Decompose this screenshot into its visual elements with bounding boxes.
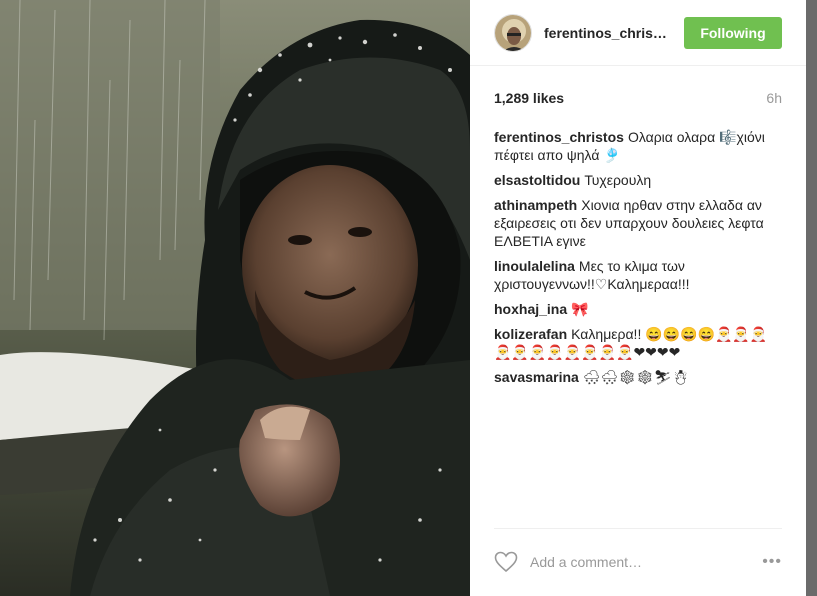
comment-item: linoulalelina Μες το κλιμα των χριστουγεν…: [494, 257, 782, 293]
comment-username[interactable]: savasmarina: [494, 369, 579, 385]
post-photo[interactable]: [0, 0, 470, 596]
comment-item: ferentinos_christos Ολαρια ολαρα 🎼χιόνι π…: [494, 128, 782, 164]
heart-icon[interactable]: [494, 551, 518, 573]
comment-bar: •••: [494, 528, 782, 578]
comment-username[interactable]: hoxhaj_ina: [494, 301, 567, 317]
photo-image: [0, 0, 470, 596]
avatar-image: [495, 14, 531, 51]
likes-count[interactable]: 1,289 likes: [494, 90, 564, 106]
comment-username[interactable]: elsastoltidou: [494, 172, 580, 188]
more-options-icon[interactable]: •••: [762, 553, 782, 571]
comment-list: ferentinos_christos Ολαρια ολαρα 🎼χιόνι π…: [470, 128, 806, 386]
post-header: ferentinos_chris… Following: [470, 0, 806, 66]
backdrop-edge: [806, 0, 817, 596]
post-modal: ferentinos_chris… Following 1,289 likes …: [0, 0, 806, 596]
add-comment-input[interactable]: [530, 553, 763, 570]
comment-username[interactable]: athinampeth: [494, 197, 577, 213]
comment-item: savasmarina 🌨🌨❄❄⛷☃: [494, 368, 782, 386]
comment-item: elsastoltidou Τυχερουλη: [494, 171, 782, 189]
post-sidebar: ferentinos_chris… Following 1,289 likes …: [470, 0, 806, 596]
comment-text: Τυχερουλη: [584, 172, 652, 188]
comment-text: 🎀: [571, 301, 589, 317]
comment-username[interactable]: kolizerafan: [494, 326, 567, 342]
comment-item: kolizerafan Καλημερα!! 😄😄😄😄🎅🎅🎅🎅🎅🎅🎅🎅🎅🎅🎅❤❤❤…: [494, 325, 782, 361]
username-link[interactable]: ferentinos_chris…: [544, 25, 684, 41]
comment-username[interactable]: ferentinos_christos: [494, 129, 624, 145]
comment-username[interactable]: linoulalelina: [494, 258, 575, 274]
avatar[interactable]: [494, 13, 532, 52]
following-button[interactable]: Following: [684, 16, 782, 49]
comment-item: athinampeth Χιονια ηρθαν στην ελλαδα αν ε…: [494, 196, 782, 250]
comment-text: 🌨🌨❄❄⛷☃: [582, 369, 690, 385]
post-time[interactable]: 6h: [766, 90, 782, 106]
comment-item: hoxhaj_ina 🎀: [494, 300, 782, 318]
post-meta: 1,289 likes 6h: [470, 90, 806, 106]
